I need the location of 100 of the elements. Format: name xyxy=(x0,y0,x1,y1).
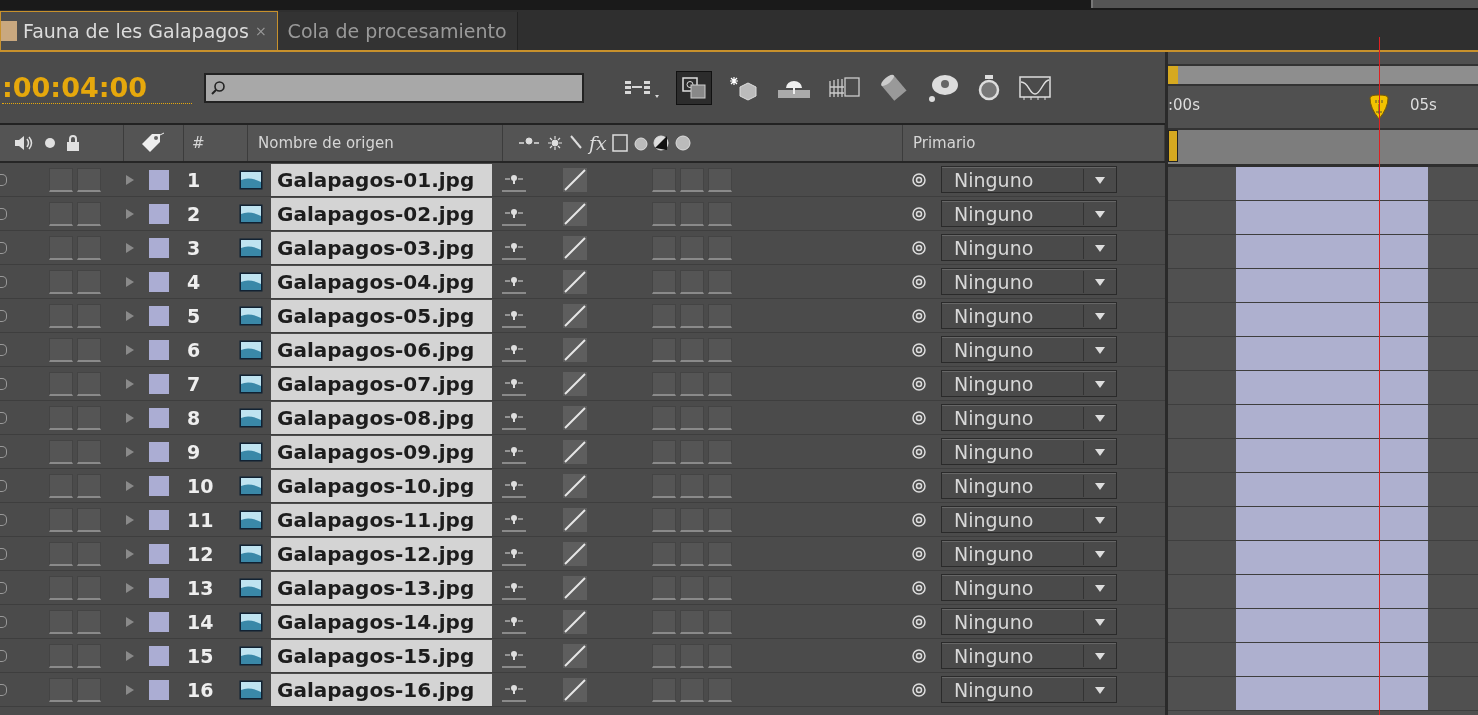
switch-box[interactable] xyxy=(652,609,676,634)
switch-box[interactable] xyxy=(680,473,704,498)
time-ruler[interactable]: :00s 05s xyxy=(1168,86,1478,128)
layer-name[interactable]: Galapagos-02.jpg xyxy=(271,197,492,230)
label-color-swatch[interactable] xyxy=(149,509,169,530)
switch-box[interactable] xyxy=(49,269,73,294)
spiral-icon[interactable] xyxy=(911,273,927,290)
speaker-icon[interactable] xyxy=(12,135,34,151)
label-color-swatch[interactable] xyxy=(149,237,169,258)
expand-triangle-icon[interactable] xyxy=(125,411,135,424)
switch-box[interactable] xyxy=(680,337,704,362)
quality-slash-icon[interactable] xyxy=(562,506,588,533)
switch-box[interactable] xyxy=(49,167,73,192)
switch-box[interactable] xyxy=(77,643,101,668)
switch-box[interactable] xyxy=(680,439,704,464)
switch-box[interactable] xyxy=(680,575,704,600)
parent-dropdown[interactable]: Ninguno xyxy=(941,438,1117,465)
search-field[interactable] xyxy=(204,72,584,103)
tab[interactable]: Fauna de les Galapagos × xyxy=(0,11,278,50)
expand-triangle-icon[interactable] xyxy=(125,683,135,696)
switch-box[interactable] xyxy=(708,235,732,260)
expand-triangle-icon[interactable] xyxy=(125,547,135,560)
expand-triangle-icon[interactable] xyxy=(125,445,135,458)
parent-dropdown[interactable]: Ninguno xyxy=(941,404,1117,431)
switch-box[interactable] xyxy=(652,439,676,464)
spiral-icon[interactable] xyxy=(911,171,927,188)
expand-triangle-icon[interactable] xyxy=(125,275,135,288)
pin-bubble-icon[interactable] xyxy=(926,72,960,103)
layer-name[interactable]: Galapagos-08.jpg xyxy=(271,401,492,434)
label-color-swatch[interactable] xyxy=(149,679,169,700)
switch-box[interactable] xyxy=(77,371,101,396)
switch-box[interactable] xyxy=(77,167,101,192)
label-color-swatch[interactable] xyxy=(149,305,169,326)
lock-icon[interactable] xyxy=(66,135,80,151)
spiral-icon[interactable] xyxy=(911,239,927,256)
switch-box[interactable] xyxy=(680,201,704,226)
parent-dropdown[interactable]: Ninguno xyxy=(941,370,1117,397)
switch-box[interactable] xyxy=(49,507,73,532)
switch-box[interactable] xyxy=(77,507,101,532)
quality-slash-icon[interactable] xyxy=(562,676,588,703)
expand-triangle-icon[interactable] xyxy=(125,649,135,662)
spiral-icon[interactable] xyxy=(911,375,927,392)
parent-dropdown[interactable]: Ninguno xyxy=(941,302,1117,329)
switch-box[interactable] xyxy=(652,473,676,498)
switch-box[interactable] xyxy=(652,507,676,532)
quality-slash-icon[interactable] xyxy=(562,234,588,261)
quality-slash-icon[interactable] xyxy=(562,302,588,329)
switch-box[interactable] xyxy=(77,405,101,430)
switch-box[interactable] xyxy=(680,405,704,430)
quality-slash-icon[interactable] xyxy=(562,370,588,397)
expand-triangle-icon[interactable] xyxy=(125,377,135,390)
parent-dropdown[interactable]: Ninguno xyxy=(941,166,1117,193)
solo-dot-icon[interactable] xyxy=(44,137,56,149)
switch-box[interactable] xyxy=(77,575,101,600)
label-color-swatch[interactable] xyxy=(149,169,169,190)
layer-name[interactable]: Galapagos-11.jpg xyxy=(271,503,492,536)
expand-triangle-icon[interactable] xyxy=(125,479,135,492)
label-color-swatch[interactable] xyxy=(149,611,169,632)
tab[interactable]: Cola de procesamiento xyxy=(277,12,518,50)
switch-box[interactable] xyxy=(49,643,73,668)
parent-dropdown[interactable]: Ninguno xyxy=(941,642,1117,669)
switch-box[interactable] xyxy=(77,337,101,362)
switch-box[interactable] xyxy=(652,167,676,192)
layer-name[interactable]: Galapagos-03.jpg xyxy=(271,231,492,264)
layer-name[interactable]: Galapagos-09.jpg xyxy=(271,435,492,468)
spiral-icon[interactable] xyxy=(911,545,927,562)
light-cube-icon[interactable] xyxy=(728,74,760,101)
switch-box[interactable] xyxy=(77,439,101,464)
switch-box[interactable] xyxy=(652,575,676,600)
parent-dropdown[interactable]: Ninguno xyxy=(941,234,1117,261)
label-color-swatch[interactable] xyxy=(149,475,169,496)
expand-triangle-icon[interactable] xyxy=(125,615,135,628)
expand-triangle-icon[interactable] xyxy=(125,513,135,526)
quality-slash-icon[interactable] xyxy=(562,438,588,465)
work-area-bar[interactable] xyxy=(1168,128,1478,167)
spiral-icon[interactable] xyxy=(911,443,927,460)
parent-dropdown[interactable]: Ninguno xyxy=(941,268,1117,295)
switch-box[interactable] xyxy=(652,337,676,362)
spiral-icon[interactable] xyxy=(911,307,927,324)
switch-box[interactable] xyxy=(708,507,732,532)
switch-box[interactable] xyxy=(708,643,732,668)
switch-box[interactable] xyxy=(680,303,704,328)
switch-box[interactable] xyxy=(680,609,704,634)
parent-dropdown[interactable]: Ninguno xyxy=(941,506,1117,533)
switch-box[interactable] xyxy=(680,643,704,668)
switch-box[interactable] xyxy=(77,269,101,294)
switch-box[interactable] xyxy=(77,609,101,634)
switch-box[interactable] xyxy=(49,677,73,702)
navigator-bar[interactable] xyxy=(1168,64,1478,86)
switch-box[interactable] xyxy=(77,235,101,260)
switch-box[interactable] xyxy=(77,473,101,498)
layer-name[interactable]: Galapagos-16.jpg xyxy=(271,673,492,706)
parent-dropdown[interactable]: Ninguno xyxy=(941,336,1117,363)
quality-slash-icon[interactable] xyxy=(562,608,588,635)
label-color-swatch[interactable] xyxy=(149,407,169,428)
switch-box[interactable] xyxy=(77,541,101,566)
switch-box[interactable] xyxy=(652,303,676,328)
layer-name[interactable]: Galapagos-15.jpg xyxy=(271,639,492,672)
quality-slash-icon[interactable] xyxy=(562,336,588,363)
label-color-swatch[interactable] xyxy=(149,339,169,360)
